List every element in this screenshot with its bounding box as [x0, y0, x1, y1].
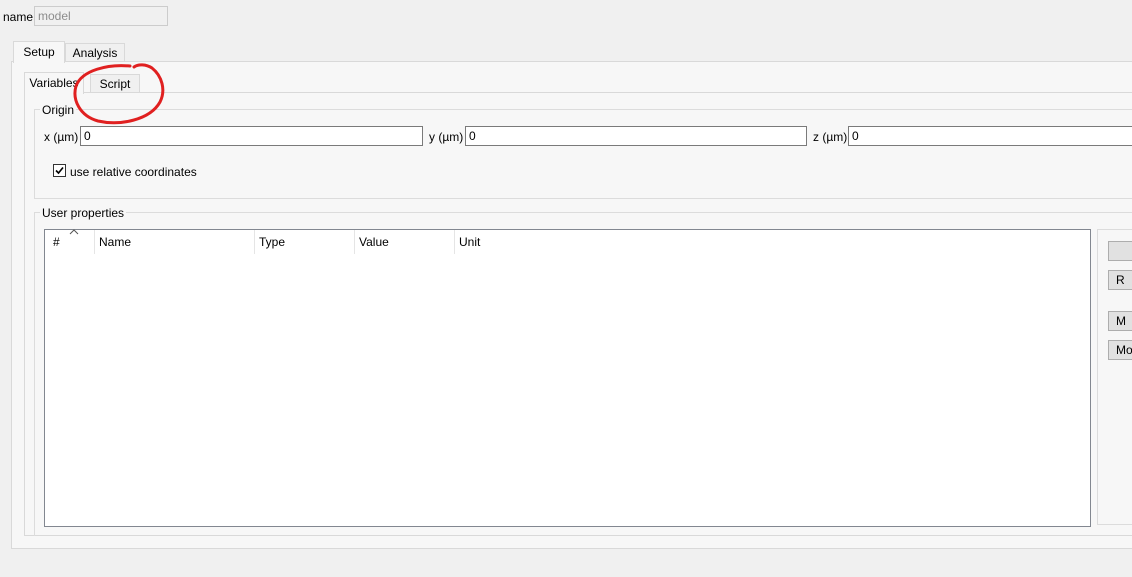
- red-annotation-circle: [73, 63, 165, 125]
- name-field[interactable]: [34, 6, 168, 26]
- y-input[interactable]: [465, 126, 807, 146]
- tab-setup-label: Setup: [23, 45, 55, 59]
- column-header-index[interactable]: #: [49, 229, 95, 254]
- user-properties-title: User properties: [40, 206, 127, 220]
- user-properties-table[interactable]: # Name Type Value Unit: [44, 229, 1091, 527]
- add-property-button[interactable]: [1108, 241, 1132, 261]
- move-up-button-label: M: [1116, 314, 1126, 328]
- remove-property-button[interactable]: R: [1108, 270, 1132, 290]
- column-header-unit-label: Unit: [459, 235, 481, 249]
- y-label: y (µm): [429, 130, 464, 144]
- relative-coordinates-checkbox[interactable]: [53, 164, 66, 177]
- origin-group: [34, 109, 1132, 199]
- relative-coordinates-label: use relative coordinates: [70, 165, 197, 179]
- move-up-button[interactable]: M: [1108, 311, 1132, 331]
- z-label: z (µm): [813, 130, 848, 144]
- column-header-name-label: Name: [99, 235, 132, 249]
- column-header-type[interactable]: Type: [255, 230, 355, 254]
- column-header-value-label: Value: [359, 235, 389, 249]
- column-header-value[interactable]: Value: [355, 230, 455, 254]
- name-label: name: [3, 10, 34, 24]
- column-header-index-label: #: [53, 235, 60, 249]
- z-input[interactable]: [848, 126, 1132, 146]
- sort-ascending-icon: [69, 229, 79, 235]
- move-down-button-label: Mov: [1116, 343, 1132, 357]
- remove-property-button-label: R: [1116, 273, 1125, 287]
- column-header-type-label: Type: [259, 235, 286, 249]
- tab-setup[interactable]: Setup: [13, 41, 65, 63]
- checkmark-icon: [55, 166, 64, 175]
- move-down-button[interactable]: Mov: [1108, 340, 1132, 360]
- column-header-name[interactable]: Name: [95, 230, 255, 254]
- column-header-unit[interactable]: Unit: [455, 230, 555, 254]
